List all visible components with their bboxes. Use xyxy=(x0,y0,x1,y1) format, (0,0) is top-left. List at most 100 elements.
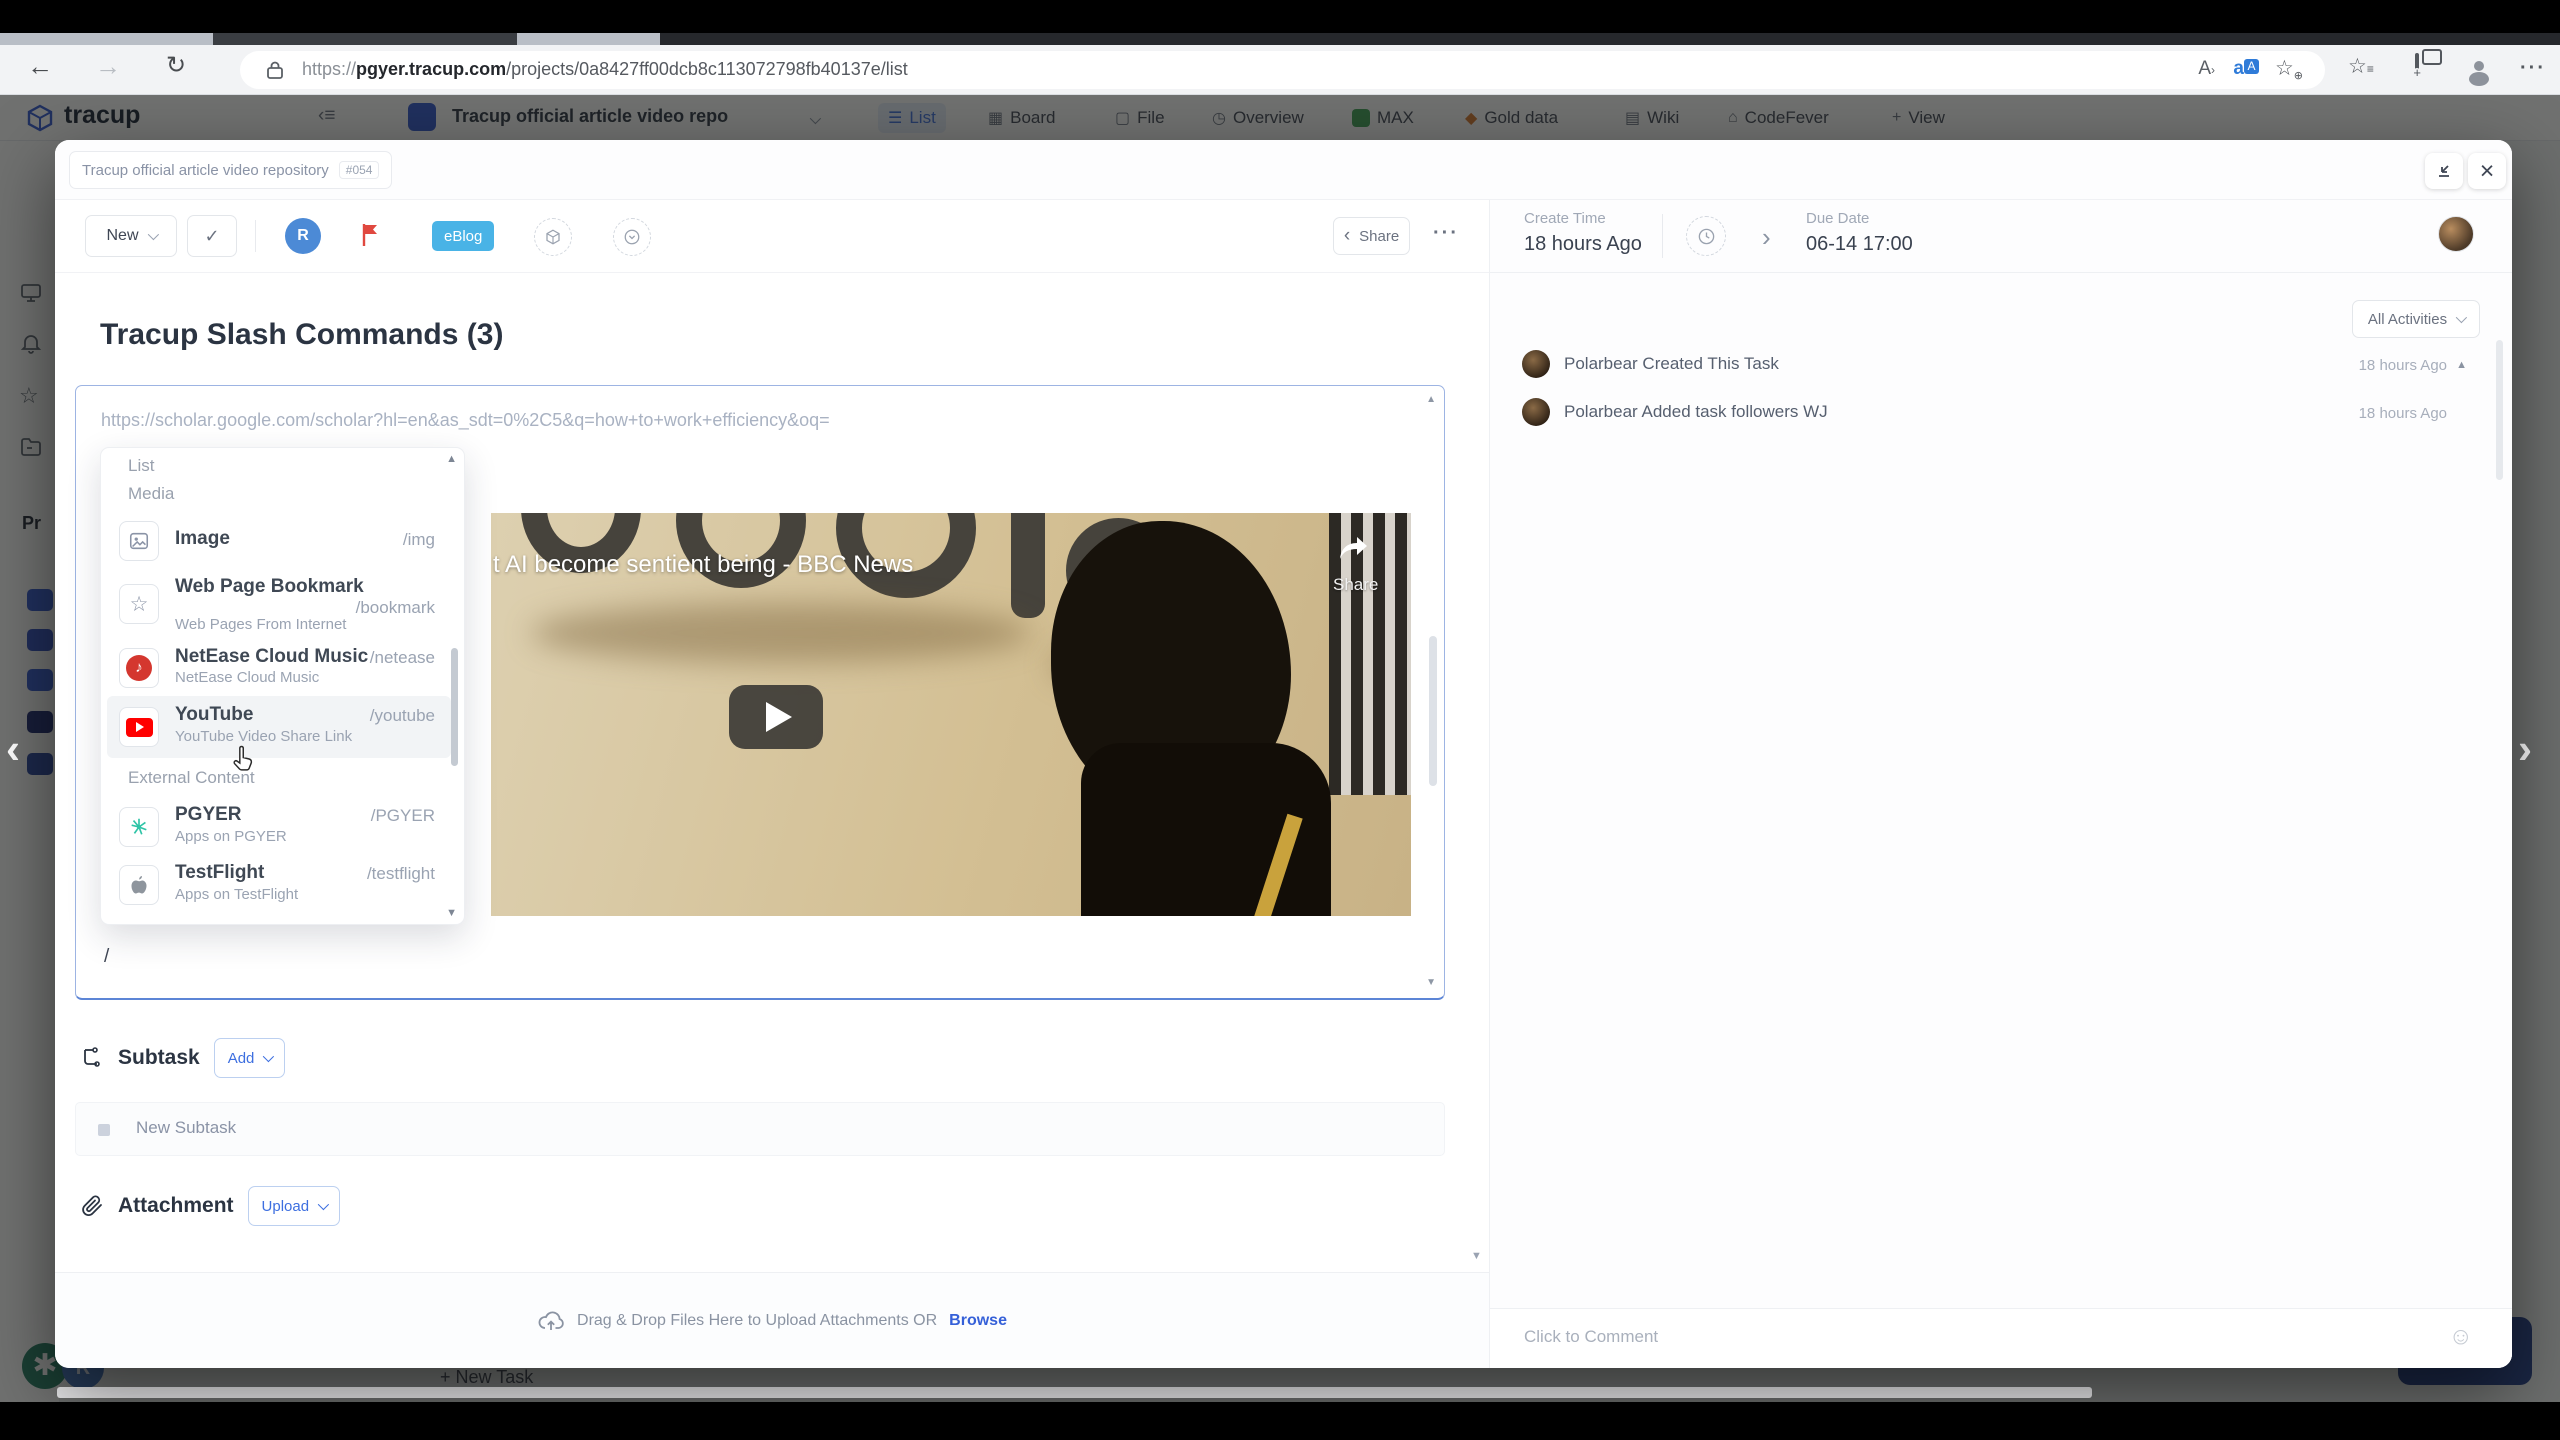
panel-collapse-left-icon[interactable]: ‹ xyxy=(6,725,20,773)
menu-item-youtube[interactable]: YouTube /youtube YouTube Video Share Lin… xyxy=(107,696,451,758)
editor-scroll-up-icon[interactable]: ▲ xyxy=(1426,394,1436,405)
editor-scroll-down-icon[interactable]: ▼ xyxy=(1426,977,1436,988)
chevron-down-icon xyxy=(318,1199,329,1210)
new-button[interactable]: New xyxy=(85,215,177,257)
follower-avatar[interactable] xyxy=(2438,216,2474,252)
sort-caret-icon[interactable]: ▲ xyxy=(2456,359,2467,371)
close-button[interactable]: × xyxy=(2468,153,2506,189)
activity-filter-button[interactable]: All Activities xyxy=(2352,300,2480,338)
more-options-icon[interactable]: ··· xyxy=(1433,222,1459,245)
read-aloud-icon[interactable]: A› xyxy=(2198,58,2215,80)
mouse-cursor-hand xyxy=(229,744,259,776)
comment-bar[interactable]: Click to Comment ☺ xyxy=(1490,1308,2512,1368)
status-circle-icon[interactable] xyxy=(613,218,651,256)
new-subtask-placeholder: New Subtask xyxy=(136,1118,236,1138)
video-play-button[interactable] xyxy=(729,685,823,749)
create-time-label: Create Time xyxy=(1524,210,1606,227)
forward-button[interactable]: → xyxy=(88,51,128,82)
site-lock-icon[interactable] xyxy=(266,60,284,80)
due-date-value[interactable]: 06-14 17:00 xyxy=(1806,233,1913,256)
menu-scroll-up-icon[interactable]: ▲ xyxy=(446,453,457,465)
horizontal-scrollbar[interactable] xyxy=(57,1387,2092,1398)
youtube-video-embed[interactable]: t AI become sentient being - BBC News Sh… xyxy=(491,513,1411,916)
content-scroll-down-icon[interactable]: ▼ xyxy=(1471,1250,1482,1262)
slash-command-menu: List Media Image /img ☆ Web Page Bookmar… xyxy=(100,447,465,925)
due-date-label: Due Date xyxy=(1806,210,1869,227)
activity-panel: Create Time 18 hours Ago › Due Date 06-1… xyxy=(1489,200,2512,1368)
chevron-down-icon xyxy=(2456,312,2467,323)
close-icon: × xyxy=(2480,157,2495,186)
attachment-title: Attachment xyxy=(118,1194,234,1218)
tag-eblog[interactable]: eBlog xyxy=(432,221,494,251)
video-share-icon[interactable] xyxy=(1339,535,1369,561)
chevron-down-icon xyxy=(263,1051,274,1062)
browse-link[interactable]: Browse xyxy=(949,1312,1007,1330)
menu-item-pgyer[interactable]: PGYER /PGYER Apps on PGYER xyxy=(107,798,451,856)
pgyer-icon xyxy=(119,807,159,847)
menu-section-list: List xyxy=(128,456,154,476)
bookmark-star-icon: ☆ xyxy=(119,584,159,624)
check-icon: ✓ xyxy=(204,226,219,247)
chevron-down-icon xyxy=(147,229,158,240)
subtask-section-header: Subtask Add xyxy=(80,1038,285,1078)
assignee-avatar[interactable]: R xyxy=(285,218,321,254)
menu-item-image[interactable]: Image /img xyxy=(107,514,451,568)
menu-item-web-page-bookmark[interactable]: ☆ Web Page Bookmark /bookmark Web Pages … xyxy=(107,568,451,640)
divider xyxy=(55,272,1489,273)
editor-scrollbar[interactable] xyxy=(1429,636,1437,786)
slash-command-trigger[interactable]: / xyxy=(104,946,109,968)
module-cube-icon[interactable] xyxy=(534,218,572,256)
video-share-label: Share xyxy=(1333,575,1378,595)
activity-scrollbar[interactable] xyxy=(2496,340,2503,480)
translate-icon[interactable]: aA xyxy=(2233,58,2259,80)
dropzone-text: Drag & Drop Files Here to Upload Attachm… xyxy=(577,1312,937,1330)
video-title[interactable]: t AI become sentient being - BBC News xyxy=(493,551,913,579)
task-id-badge: #054 xyxy=(339,161,380,179)
divider xyxy=(1490,272,2512,273)
menu-scrollbar[interactable] xyxy=(451,648,458,766)
attachment-section-header: Attachment Upload xyxy=(80,1186,340,1226)
user-avatar xyxy=(1522,398,1550,426)
youtube-icon xyxy=(119,707,159,747)
breadcrumb[interactable]: Tracup official article video repository… xyxy=(69,151,392,189)
editor-url-text[interactable]: https://scholar.google.com/scholar?hl=en… xyxy=(101,410,830,431)
menu-item-netease-cloud-music[interactable]: ♪ NetEase Cloud Music /netease NetEase C… xyxy=(107,640,451,696)
chevron-right-icon: › xyxy=(1762,222,1771,253)
image-icon xyxy=(119,521,159,561)
collections-icon[interactable] xyxy=(2415,55,2419,73)
reload-button[interactable]: ↻ xyxy=(156,51,196,80)
cloud-upload-icon xyxy=(537,1309,565,1333)
back-button[interactable]: ← xyxy=(20,51,60,82)
divider xyxy=(1662,214,1663,258)
minimize-icon xyxy=(2435,162,2453,180)
browser-tab[interactable] xyxy=(213,33,517,45)
upload-button[interactable]: Upload xyxy=(248,1186,341,1226)
complete-check-button[interactable]: ✓ xyxy=(187,215,237,257)
testflight-apple-icon xyxy=(119,865,159,905)
paperclip-icon xyxy=(80,1194,104,1218)
minimize-button[interactable] xyxy=(2425,153,2463,189)
new-subtask-row[interactable]: New Subtask xyxy=(75,1102,1445,1156)
subtask-title: Subtask xyxy=(118,1046,200,1070)
address-bar[interactable]: https://pgyer.tracup.com/projects/0a8427… xyxy=(240,51,2325,89)
share-icon: ‹ xyxy=(1344,225,1350,247)
favorites-bar-icon[interactable]: ☆≡ xyxy=(2348,54,2374,79)
menu-item-testflight[interactable]: TestFlight /testflight Apps on TestFligh… xyxy=(107,856,451,914)
add-favorite-star-icon[interactable]: ☆⊕ xyxy=(2275,56,2303,82)
panel-expand-right-icon[interactable]: › xyxy=(2518,725,2532,773)
url-text: https://pgyer.tracup.com/projects/0a8427… xyxy=(302,59,908,80)
divider xyxy=(255,220,256,252)
menu-scroll-down-icon[interactable]: ▼ xyxy=(446,907,457,919)
user-avatar xyxy=(1522,350,1550,378)
subtask-tree-icon xyxy=(80,1046,104,1070)
menu-section-media: Media xyxy=(128,484,174,504)
create-time-value: 18 hours Ago xyxy=(1524,233,1642,256)
task-title[interactable]: Tracup Slash Commands (3) xyxy=(100,318,503,352)
browser-menu-icon[interactable]: ··· xyxy=(2520,57,2546,80)
add-subtask-button[interactable]: Add xyxy=(214,1038,286,1078)
clock-icon[interactable] xyxy=(1686,216,1726,256)
priority-flag-icon[interactable] xyxy=(360,222,382,248)
share-button[interactable]: ‹ Share xyxy=(1333,217,1410,255)
attachment-dropzone[interactable]: Drag & Drop Files Here to Upload Attachm… xyxy=(55,1272,1489,1368)
emoji-icon[interactable]: ☺ xyxy=(2448,1323,2473,1351)
